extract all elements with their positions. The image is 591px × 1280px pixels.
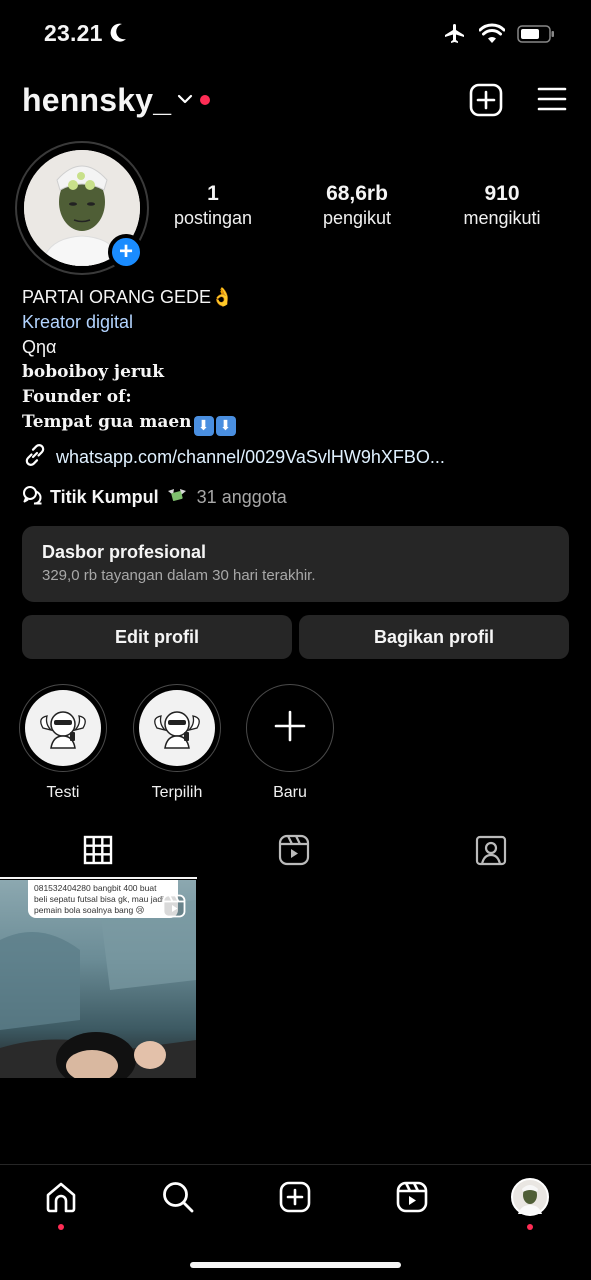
display-name: PARTAI ORANG GEDE	[22, 287, 212, 307]
chevron-down-icon[interactable]	[177, 92, 193, 110]
stat-following[interactable]: 910 mengikuti	[452, 182, 552, 229]
highlight-terpilih[interactable]: Terpilih	[132, 684, 222, 802]
status-time: 23.21	[44, 20, 103, 46]
stat-posts-value: 1	[207, 182, 219, 205]
nav-create[interactable]	[275, 1179, 315, 1219]
nav-profile[interactable]	[510, 1177, 550, 1221]
home-notification-dot	[58, 1224, 64, 1230]
down-arrow-emoji: ⬇	[215, 416, 236, 436]
link-text[interactable]: whatsapp.com/channel/0029VaSvlHW9hXFBO..…	[56, 447, 445, 468]
stat-followers-value: 68,6rb	[326, 182, 388, 205]
community-row[interactable]: Titik Kumpul 31 anggota	[22, 484, 287, 511]
post-caption-overlay: 081532404280 bangbit 400 buat beli sepat…	[28, 880, 178, 918]
tab-tagged[interactable]	[471, 832, 511, 872]
ok-hand-emoji: 👌	[211, 287, 234, 307]
reels-icon	[278, 834, 310, 871]
bio-link[interactable]: whatsapp.com/channel/0029VaSvlHW9hXFBO..…	[22, 442, 445, 473]
community-members: 31 anggota	[196, 487, 287, 507]
reels-icon	[395, 1180, 429, 1219]
professional-dashboard[interactable]: Dasbor profesional 329,0 rb tayangan dal…	[22, 526, 569, 602]
tagged-icon	[475, 834, 507, 871]
battery-icon	[517, 24, 555, 49]
stat-followers[interactable]: 68,6rb pengikut	[307, 182, 407, 229]
stat-posts-label: postingan	[173, 208, 253, 228]
highlight-testi[interactable]: Testi	[18, 684, 108, 802]
wifi-icon	[478, 23, 506, 50]
status-bar: 23.21	[0, 0, 591, 68]
nav-search[interactable]	[158, 1179, 198, 1219]
create-post-icon[interactable]	[468, 82, 504, 123]
stat-following-value: 910	[484, 182, 520, 205]
tab-grid[interactable]	[78, 832, 118, 872]
chat-bubbles-icon	[22, 484, 44, 511]
tab-reels[interactable]	[274, 832, 314, 872]
home-indicator[interactable]	[190, 1262, 401, 1268]
nav-home[interactable]	[41, 1179, 81, 1219]
airplane-icon	[443, 22, 467, 51]
post-thumbnail[interactable]: 081532404280 bangbit 400 buat beli sepat…	[0, 880, 196, 1078]
username[interactable]: hennsky_	[22, 82, 171, 119]
cherub-icon	[139, 690, 215, 766]
home-icon	[44, 1180, 78, 1219]
moon-icon	[108, 22, 128, 49]
link-icon	[22, 442, 48, 473]
stat-posts[interactable]: 1 postingan	[163, 182, 263, 229]
profile-notification-dot	[527, 1224, 533, 1230]
stat-following-label: mengikuti	[463, 208, 541, 228]
menu-icon[interactable]	[537, 86, 567, 117]
nav-reels[interactable]	[392, 1179, 432, 1219]
highlight-label: Testi	[46, 784, 80, 801]
profile-avatar-icon	[511, 1177, 549, 1221]
money-wings-icon	[165, 485, 189, 510]
active-tab-indicator	[0, 877, 197, 879]
dashboard-title: Dasbor profesional	[42, 542, 207, 562]
community-name: Titik Kumpul	[50, 487, 159, 507]
profile-header: hennsky_	[0, 74, 591, 128]
highlight-label: Terpilih	[151, 784, 203, 801]
down-arrow-emoji: ⬇	[193, 416, 214, 436]
edit-profile-button[interactable]: Edit profil	[22, 615, 292, 659]
bio-line-2: boboiboy jeruk	[22, 362, 164, 382]
highlight-new[interactable]: Baru	[245, 684, 335, 802]
grid-icon	[83, 835, 113, 870]
highlight-label: Baru	[273, 784, 307, 801]
notification-dot	[200, 95, 210, 105]
profile-category[interactable]: Kreator digital	[22, 309, 562, 335]
reel-badge-icon	[162, 894, 186, 923]
bio-line-3: Founder of:	[22, 387, 132, 407]
dashboard-subtitle: 329,0 rb tayangan dalam 30 hari terakhir…	[42, 567, 316, 584]
profile-bio: PARTAI ORANG GEDE👌 Kreator digital Qηα b…	[22, 285, 562, 436]
bio-line-4: Tempat gua maen	[22, 412, 192, 432]
plus-icon	[273, 709, 307, 748]
share-profile-button[interactable]: Bagikan profil	[299, 615, 569, 659]
cherub-icon	[25, 690, 101, 766]
stat-followers-label: pengikut	[322, 208, 392, 228]
search-icon	[161, 1180, 195, 1219]
add-story-button[interactable]: +	[108, 234, 144, 270]
create-icon	[278, 1180, 312, 1219]
bottom-nav	[0, 1164, 591, 1280]
bio-line-1: Qηα	[22, 337, 57, 357]
